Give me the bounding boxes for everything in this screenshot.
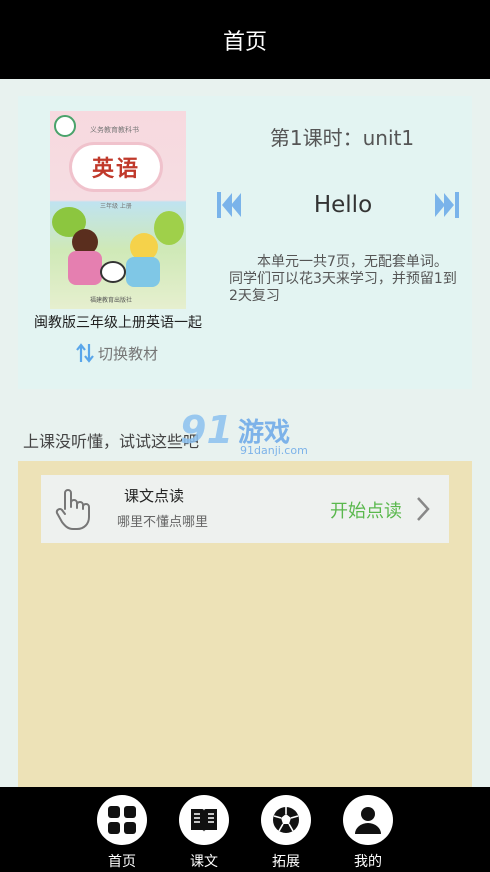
page-title: 首页 [222,29,267,55]
lesson-description: 本单元一共7页，无配套单词。同学们可以花3天来学习，并预留1到2天复习 [229,254,457,304]
cover-publisher: 福建教育出版社 [90,297,133,304]
lesson-title: 第1课时：unit1 [269,126,415,150]
girl-illustration [68,251,102,285]
user-icon [343,795,393,845]
publisher-logo-icon [54,115,76,137]
book-card: 义务教育教科书 英语 三年级 上册 福建教育出版社 闽教版三年级上册英语一起 切… [18,96,472,389]
tab-label: 首页 [108,854,136,870]
text-reading-card[interactable]: 课文点读 哪里不懂点哪里 开始点读 [41,475,449,543]
reading-subtitle: 哪里不懂点哪里 [117,515,209,530]
book-icon [179,795,229,845]
ball-icon [261,795,311,845]
cover-grade: 三年级 上册 [100,203,132,210]
tab-lessons[interactable]: 课文 [174,795,234,871]
chevron-right-icon [417,497,430,521]
dog-illustration [100,261,126,283]
tab-home[interactable]: 首页 [92,795,152,871]
start-reading-button[interactable]: 开始点读 [330,497,402,523]
next-lesson-icon[interactable] [434,190,460,220]
book-name: 闽教版三年级上册英语一起 [34,315,202,331]
switch-textbook-button[interactable]: 切换教材 [76,342,158,364]
tab-extend[interactable]: 拓展 [256,795,316,871]
watermark-number: 91 [180,408,233,452]
cover-series: 义务教育教科书 [90,126,139,134]
resources-panel: 课文点读 哪里不懂点哪里 开始点读 [18,461,472,787]
book-cover-image[interactable]: 义务教育教科书 英语 三年级 上册 福建教育出版社 [50,111,186,309]
tab-mine[interactable]: 我的 [338,795,398,871]
cover-title: 英语 [72,145,160,189]
grid-icon [97,795,147,845]
girl-illustration [126,257,160,287]
pointing-hand-icon [55,489,90,530]
swap-arrows-icon [76,343,94,363]
watermark-logo: 91 游戏 91danji.com [180,408,320,464]
top-bar: 首页 [0,0,490,79]
previous-lesson-icon[interactable] [216,190,242,220]
reading-title: 课文点读 [124,487,185,505]
switch-textbook-label: 切换教材 [98,344,159,363]
tab-label: 课文 [190,854,218,870]
tree-illustration [154,211,184,245]
tab-label: 拓展 [272,854,300,870]
bottom-tab-bar: 首页 课文 拓展 我的 [0,787,490,872]
watermark-url: 91danji.com [240,444,308,457]
tab-label: 我的 [354,854,382,870]
section-hint: 上课没听懂，试试这些吧 [23,432,200,451]
lesson-word: Hello [313,192,373,218]
